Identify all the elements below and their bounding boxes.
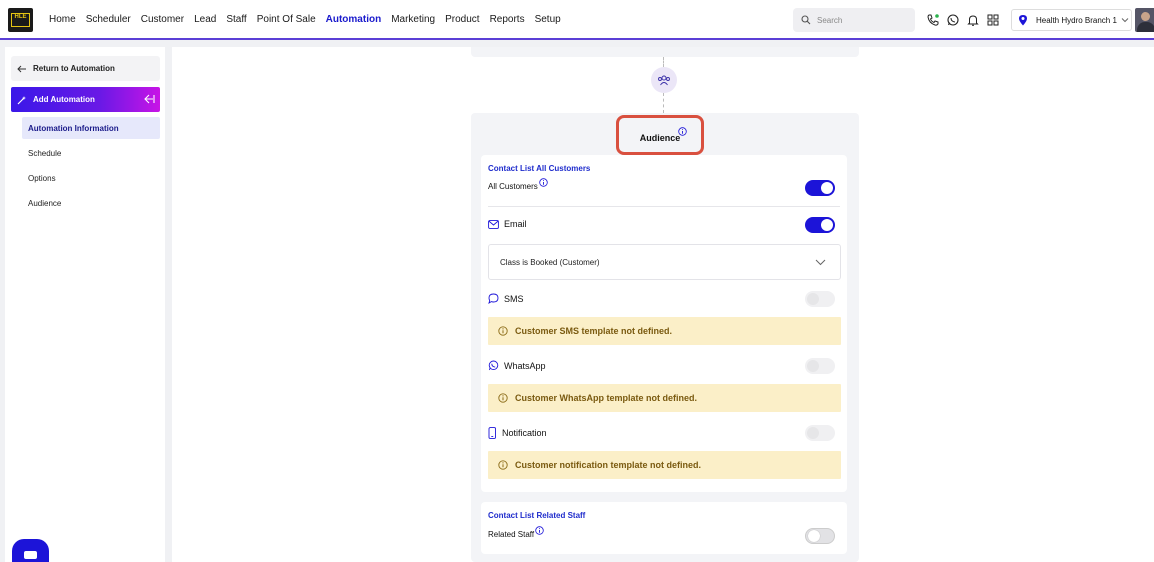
email-channel-label: Email (488, 219, 527, 229)
whatsapp-warning: Customer WhatsApp template not defined. (487, 383, 842, 413)
notification-text: Notification (502, 428, 547, 438)
related-staff-text: Related Staff (488, 530, 535, 539)
sidebar-item-schedule[interactable]: Schedule (22, 142, 160, 164)
sidebar-item-automation-information[interactable]: Automation Information (22, 117, 160, 139)
main-content: Audience Contact List All Customers All … (172, 47, 1154, 562)
sms-warning: Customer SMS template not defined. (487, 316, 842, 346)
contact-list-staff-card: Contact List Related Staff Related Staff (481, 502, 847, 554)
nav-home[interactable]: Home (49, 14, 76, 25)
nav-automation[interactable]: Automation (326, 14, 382, 25)
chat-bubble-icon (488, 293, 499, 304)
email-text: Email (504, 219, 527, 229)
nav-lead[interactable]: Lead (194, 14, 216, 25)
location-pin-icon (1019, 15, 1027, 26)
nav-point-of-sale[interactable]: Point Of Sale (257, 14, 316, 25)
main-nav: Home Scheduler Customer Lead Staff Point… (49, 14, 571, 25)
nav-setup[interactable]: Setup (535, 14, 561, 25)
return-to-automation-button[interactable]: Return to Automation (11, 56, 160, 81)
flow-connector-line (663, 57, 664, 67)
sms-toggle[interactable] (805, 291, 835, 307)
sms-warning-text: Customer SMS template not defined. (515, 326, 673, 336)
chat-widget-button[interactable] (12, 539, 49, 562)
info-circle-icon (498, 326, 508, 336)
branch-name: Health Hydro Branch 1 (1036, 15, 1117, 25)
arrow-left-icon (17, 65, 26, 72)
search-icon (801, 15, 811, 25)
bell-icon[interactable] (966, 13, 980, 27)
staff-card-title: Contact List Related Staff (488, 511, 586, 520)
info-circle-icon (498, 393, 508, 403)
email-template-select[interactable]: Class is Booked (Customer) (488, 244, 841, 280)
mobile-phone-icon (488, 427, 496, 439)
magic-wand-icon (17, 95, 26, 104)
whatsapp-channel-label: WhatsApp (488, 360, 546, 371)
user-avatar[interactable] (1135, 8, 1154, 32)
contact-list-customers-card: Contact List All Customers All Customers… (481, 155, 847, 492)
info-circle-icon (498, 460, 508, 470)
chevron-down-icon (815, 259, 826, 266)
divider (488, 206, 840, 207)
collapse-sidebar-icon[interactable] (144, 94, 155, 104)
notification-channel-label: Notification (488, 427, 547, 439)
info-icon[interactable] (535, 526, 544, 535)
notification-warning: Customer notification template not defin… (487, 450, 842, 480)
phone-icon[interactable] (926, 13, 940, 27)
all-customers-toggle[interactable] (805, 180, 835, 196)
whatsapp-warning-text: Customer WhatsApp template not defined. (515, 393, 698, 403)
all-customers-text: All Customers (488, 182, 538, 191)
envelope-icon (488, 219, 499, 229)
nav-reports[interactable]: Reports (490, 14, 525, 25)
related-staff-toggle[interactable] (805, 528, 835, 544)
nav-product[interactable]: Product (445, 14, 479, 25)
search-input[interactable]: Search (793, 8, 915, 32)
nav-staff[interactable]: Staff (226, 14, 246, 25)
audience-title: Audience (616, 115, 704, 155)
flow-connector-line-2 (663, 93, 664, 113)
whatsapp-icon (488, 360, 499, 371)
notification-warning-text: Customer notification template not defin… (515, 460, 702, 470)
add-automation-header: Add Automation (11, 87, 160, 112)
customers-card-title: Contact List All Customers (488, 164, 591, 173)
branch-selector[interactable]: Health Hydro Branch 1 (1011, 9, 1132, 31)
audience-title-text: Audience (639, 133, 681, 143)
nav-marketing[interactable]: Marketing (391, 14, 435, 25)
info-icon[interactable] (678, 127, 687, 136)
audience-panel: Audience Contact List All Customers All … (471, 113, 859, 562)
sidebar-item-audience[interactable]: Audience (22, 192, 160, 214)
sidebar: Return to Automation Add Automation Auto… (5, 47, 165, 562)
logo-text: HLE (11, 13, 30, 27)
previous-section-card (471, 47, 859, 57)
sidebar-item-options[interactable]: Options (22, 167, 160, 189)
nav-customer[interactable]: Customer (141, 14, 184, 25)
email-toggle[interactable] (805, 217, 835, 233)
related-staff-label: Related Staff (488, 526, 544, 539)
search-placeholder: Search (817, 15, 843, 25)
audience-connector (651, 67, 677, 93)
return-label: Return to Automation (33, 64, 115, 73)
apps-grid-icon[interactable] (986, 13, 1000, 27)
brand-logo[interactable]: HLE (8, 8, 33, 32)
add-automation-label: Add Automation (33, 95, 95, 104)
sms-text: SMS (504, 293, 524, 304)
sms-channel-label: SMS (488, 293, 524, 304)
top-bar: HLE Home Scheduler Customer Lead Staff P… (0, 0, 1154, 40)
whatsapp-text: WhatsApp (504, 360, 546, 371)
email-template-value: Class is Booked (Customer) (500, 257, 600, 267)
notification-toggle[interactable] (805, 425, 835, 441)
info-icon[interactable] (539, 178, 548, 187)
users-group-icon (658, 75, 670, 86)
whatsapp-icon[interactable] (946, 13, 960, 27)
whatsapp-toggle[interactable] (805, 358, 835, 374)
chevron-down-icon (1121, 18, 1129, 23)
all-customers-label: All Customers (488, 178, 548, 191)
nav-scheduler[interactable]: Scheduler (86, 14, 131, 25)
